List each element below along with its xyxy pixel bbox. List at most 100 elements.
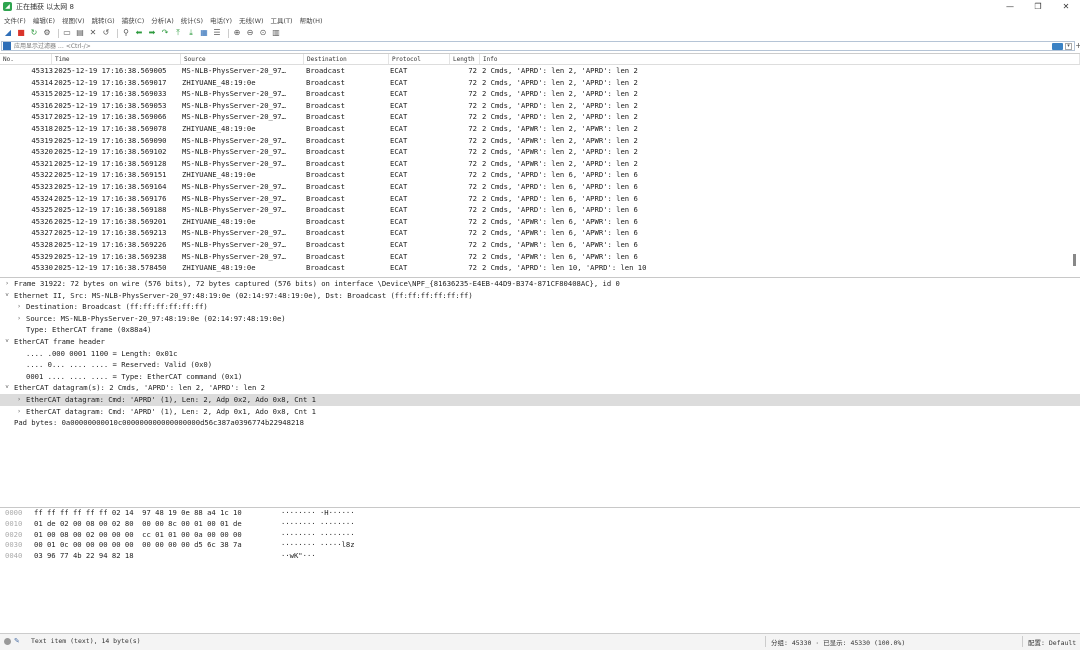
- packet-row[interactable]: 45321 2025-12-19 17:16:38.569128 MS-NLB-Ph…: [0, 158, 1080, 170]
- collapse-arrow-icon[interactable]: ˅: [3, 290, 11, 302]
- menu-edit[interactable]: 编辑(E): [33, 15, 55, 25]
- reload-file-icon[interactable]: ↺: [101, 28, 111, 38]
- col-header-protocol[interactable]: Protocol: [389, 54, 450, 64]
- packet-row[interactable]: 45324 2025-12-19 17:16:38.569176 MS-NLB-Ph…: [0, 193, 1080, 205]
- byte-hex[interactable]: 00 01 0c 00 00 00 00 00 00 00 00 00 d5 6…: [34, 540, 242, 551]
- go-last-packet-icon[interactable]: ⤓: [186, 28, 196, 38]
- detail-tree-item[interactable]: Type: EtherCAT frame (0x88a4): [0, 324, 1080, 336]
- resize-columns-icon[interactable]: ▥: [271, 28, 281, 38]
- collapse-arrow-icon[interactable]: ˅: [3, 336, 11, 348]
- packet-row[interactable]: 45317 2025-12-19 17:16:38.569066 MS-NLB-Ph…: [0, 111, 1080, 123]
- packet-row[interactable]: 45314 2025-12-19 17:16:38.569017 ZHIYUANE_…: [0, 77, 1080, 89]
- packet-row[interactable]: 45315 2025-12-19 17:16:38.569033 MS-NLB-Ph…: [0, 88, 1080, 100]
- packet-row[interactable]: 45326 2025-12-19 17:16:38.569201 ZHIYUANE_…: [0, 216, 1080, 228]
- go-forward-icon[interactable]: ➡: [147, 28, 157, 38]
- capture-comment-icon[interactable]: ✎: [14, 637, 20, 645]
- byte-ascii[interactable]: ········ ·H······: [281, 508, 355, 519]
- maximize-button[interactable]: ❐: [1024, 0, 1052, 13]
- autoscroll-icon[interactable]: ▦: [199, 28, 209, 38]
- expand-arrow-icon[interactable]: ›: [3, 278, 11, 290]
- detail-tree-item[interactable]: › EtherCAT datagram: Cmd: 'APRD' (1), Len…: [0, 393, 1080, 406]
- expand-arrow-icon[interactable]: ›: [15, 313, 23, 325]
- menu-analyze[interactable]: 分析(A): [151, 15, 174, 25]
- packet-row[interactable]: 45329 2025-12-19 17:16:38.569238 MS-NLB-Ph…: [0, 251, 1080, 263]
- packet-row[interactable]: 45323 2025-12-19 17:16:38.569164 MS-NLB-Ph…: [0, 181, 1080, 193]
- close-file-icon[interactable]: ✕: [88, 28, 98, 38]
- status-profile[interactable]: 配置: Default: [1028, 637, 1076, 647]
- expand-arrow-icon[interactable]: ›: [15, 406, 23, 418]
- col-header-info[interactable]: Info: [480, 54, 1080, 64]
- display-filter-input[interactable]: [14, 42, 1052, 50]
- stop-capture-icon[interactable]: ■: [16, 28, 26, 38]
- expert-info-icon[interactable]: [4, 638, 11, 645]
- zoom-in-icon[interactable]: ⊕: [232, 28, 242, 38]
- zoom-reset-icon[interactable]: ⊙: [258, 28, 268, 38]
- start-capture-icon[interactable]: ◢: [3, 28, 13, 38]
- zoom-out-icon[interactable]: ⊖: [245, 28, 255, 38]
- packet-cell-time: 2025-12-19 17:16:38.569201: [54, 216, 167, 226]
- col-header-length[interactable]: Length: [450, 54, 480, 64]
- detail-tree-item[interactable]: 0001 .... .... .... = Type: EtherCAT com…: [0, 371, 1080, 383]
- colorize-icon[interactable]: ☰: [212, 28, 222, 38]
- menu-statistics[interactable]: 统计(S): [181, 15, 203, 25]
- detail-tree-item[interactable]: ˅ EtherCAT frame header: [0, 336, 1080, 348]
- save-file-icon[interactable]: ▤: [75, 28, 85, 38]
- byte-hex[interactable]: 03 96 77 4b 22 94 82 18: [34, 551, 134, 562]
- packet-row[interactable]: 45318 2025-12-19 17:16:38.569078 ZHIYUANE_…: [0, 123, 1080, 135]
- menu-help[interactable]: 帮助(H): [300, 15, 323, 25]
- open-file-icon[interactable]: ▭: [62, 28, 72, 38]
- capture-options-icon[interactable]: ⚙: [42, 28, 52, 38]
- detail-tree-item[interactable]: ˅ Ethernet II, Src: MS-NLB-PhysServer-20_…: [0, 290, 1080, 302]
- menu-tools[interactable]: 工具(T): [271, 15, 293, 25]
- packet-row[interactable]: 45316 2025-12-19 17:16:38.569053 MS-NLB-Ph…: [0, 100, 1080, 112]
- add-filter-button[interactable]: +: [1075, 41, 1080, 50]
- close-button[interactable]: ✕: [1052, 0, 1080, 13]
- minimize-button[interactable]: —: [996, 0, 1024, 13]
- expand-arrow-icon[interactable]: ›: [15, 394, 23, 406]
- detail-tree-item[interactable]: › EtherCAT datagram: Cmd: 'APRD' (1), Len…: [0, 406, 1080, 418]
- menu-file[interactable]: 文件(F): [4, 15, 26, 25]
- detail-tree-item[interactable]: .... .000 0001 1100 = Length: 0x01c: [0, 348, 1080, 360]
- byte-hex[interactable]: ff ff ff ff ff ff 02 14 97 48 19 0e 88 a…: [34, 508, 242, 519]
- menu-go[interactable]: 跳转(G): [92, 15, 115, 25]
- menu-view[interactable]: 视图(V): [62, 15, 85, 25]
- go-back-icon[interactable]: ⬅: [134, 28, 144, 38]
- expand-arrow-icon[interactable]: ›: [15, 301, 23, 313]
- menu-wireless[interactable]: 无线(W): [239, 15, 264, 25]
- col-header-no[interactable]: No.: [0, 54, 52, 64]
- filter-history-dropdown[interactable]: ▾: [1065, 42, 1072, 50]
- packet-row[interactable]: 45319 2025-12-19 17:16:38.569090 MS-NLB-Ph…: [0, 135, 1080, 147]
- byte-hex[interactable]: 01 00 08 00 02 00 00 00 cc 01 01 00 0a 0…: [34, 530, 242, 541]
- byte-hex[interactable]: 01 de 02 00 08 00 02 80 00 00 8c 00 01 0…: [34, 519, 242, 530]
- detail-tree-item[interactable]: › Source: MS-NLB-PhysServer-20_97:48:19:0…: [0, 313, 1080, 325]
- col-header-time[interactable]: Time: [52, 54, 181, 64]
- filter-bookmark-icon[interactable]: [3, 42, 11, 50]
- restart-capture-icon[interactable]: ↻: [29, 28, 39, 38]
- menu-capture[interactable]: 捕获(C): [122, 15, 145, 25]
- go-first-packet-icon[interactable]: ⤒: [173, 28, 183, 38]
- byte-ascii[interactable]: ········ ·····l8z: [281, 540, 355, 551]
- detail-tree-item[interactable]: › Destination: Broadcast (ff:ff:ff:ff:ff:…: [0, 301, 1080, 313]
- byte-ascii[interactable]: ········ ········: [281, 530, 355, 541]
- packet-row[interactable]: 45313 2025-12-19 17:16:38.569005 MS-NLB-Ph…: [0, 65, 1080, 77]
- apply-filter-icon[interactable]: [1052, 42, 1063, 50]
- collapse-arrow-icon[interactable]: ˅: [3, 382, 11, 394]
- packet-row[interactable]: 45327 2025-12-19 17:16:38.569213 MS-NLB-Ph…: [0, 227, 1080, 239]
- find-packet-icon[interactable]: ⚲: [121, 28, 131, 38]
- packet-row[interactable]: 45330 2025-12-19 17:16:38.578450 ZHIYUANE_…: [0, 262, 1080, 274]
- detail-tree-item[interactable]: › Frame 31922: 72 bytes on wire (576 bits…: [0, 278, 1080, 290]
- packet-row[interactable]: 45325 2025-12-19 17:16:38.569188 MS-NLB-Ph…: [0, 204, 1080, 216]
- detail-tree-item[interactable]: ˅ EtherCAT datagram(s): 2 Cmds, 'APRD': l…: [0, 382, 1080, 394]
- detail-tree-item[interactable]: .... 0... .... .... = Reserved: Valid (0…: [0, 359, 1080, 371]
- byte-ascii[interactable]: ········ ········: [281, 519, 355, 530]
- menu-telephony[interactable]: 电话(Y): [210, 15, 232, 25]
- detail-tree-item[interactable]: Pad bytes: 0a00000000010c000000000000000…: [0, 417, 1080, 429]
- go-to-packet-icon[interactable]: ↷: [160, 28, 170, 38]
- byte-ascii[interactable]: ··wK"···: [281, 551, 316, 562]
- col-header-source[interactable]: Source: [181, 54, 304, 64]
- packet-row[interactable]: 45328 2025-12-19 17:16:38.569226 MS-NLB-Ph…: [0, 239, 1080, 251]
- packet-row[interactable]: 45322 2025-12-19 17:16:38.569151 ZHIYUANE_…: [0, 169, 1080, 181]
- packet-list-scrollbar[interactable]: [1073, 254, 1076, 266]
- packet-row[interactable]: 45320 2025-12-19 17:16:38.569102 MS-NLB-Ph…: [0, 146, 1080, 158]
- col-header-destination[interactable]: Destination: [304, 54, 389, 64]
